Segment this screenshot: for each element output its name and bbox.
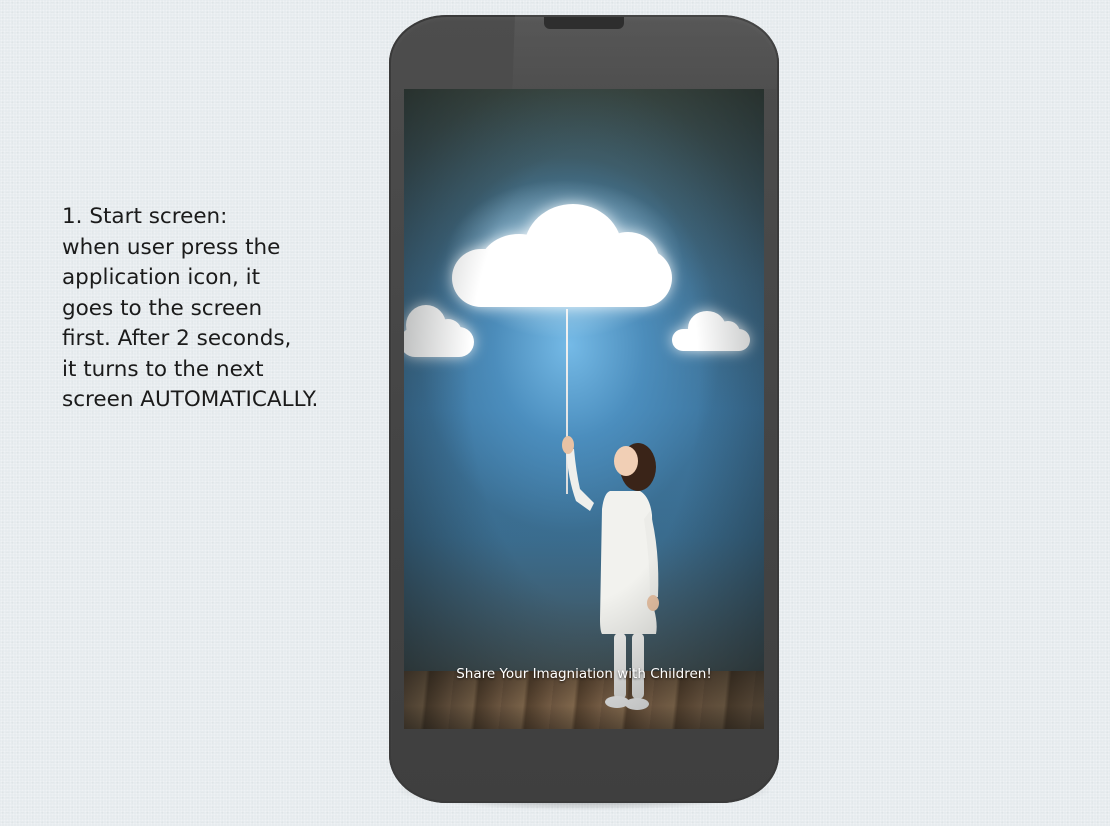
description-line: screen AUTOMATICALLY. [62,387,319,412]
screen-vignette [404,89,764,729]
description-line: first. After 2 seconds, [62,326,292,351]
description-line: it turns to the next [62,356,264,382]
screen-description: 1. Start screen: when user press the app… [62,202,382,416]
description-line: 1. Start screen: [62,204,228,229]
phone-speaker [544,17,624,29]
phone-mockup: Share Your Imagniation with Children! [389,15,779,803]
description-line: goes to the screen [62,295,263,321]
splash-screen[interactable]: Share Your Imagniation with Children! [404,89,764,729]
splash-caption: Share Your Imagniation with Children! [456,666,712,682]
description-line: application icon, it [62,265,261,290]
description-line: when user press the [62,234,281,260]
